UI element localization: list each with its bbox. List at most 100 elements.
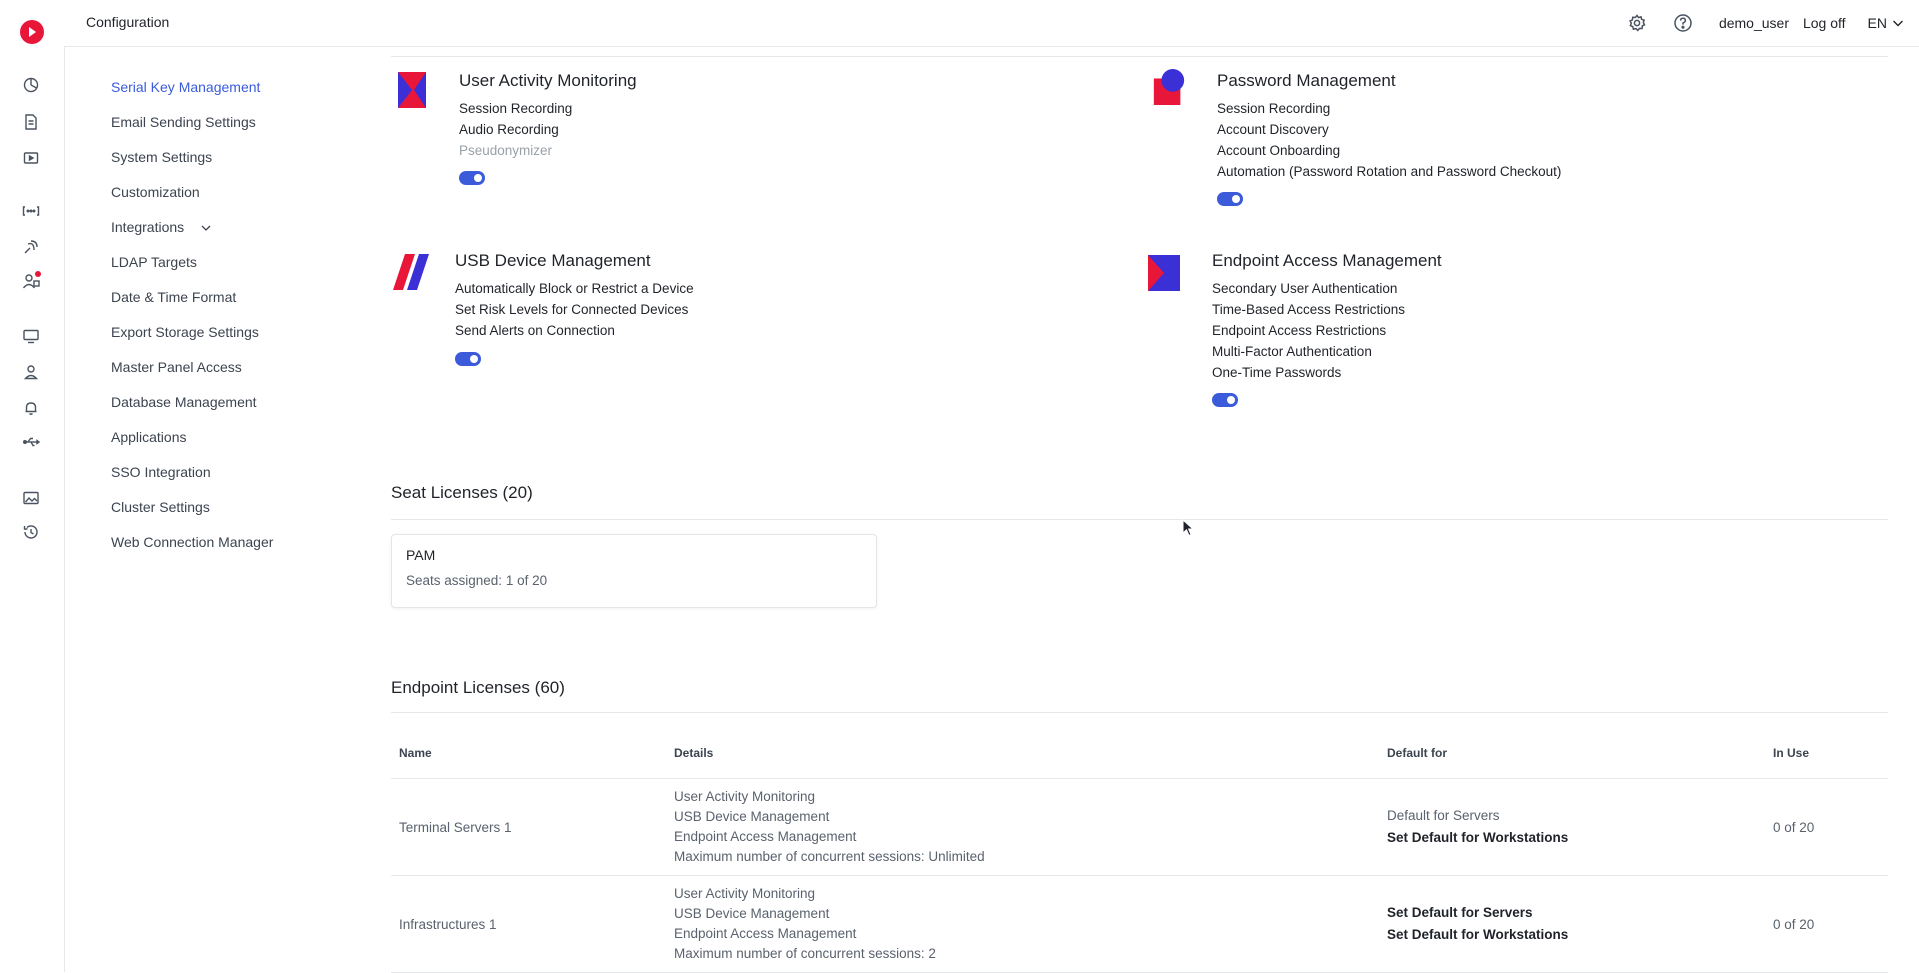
feature-item: Set Risk Levels for Connected Devices <box>455 302 689 317</box>
gear-icon[interactable] <box>1627 13 1647 33</box>
top-bar: Configuration demo_user Log off EN <box>64 0 1919 47</box>
nav-label: Master Panel Access <box>111 359 242 375</box>
eam-product-icon <box>1148 255 1180 291</box>
seat-license-name: PAM <box>406 547 436 563</box>
nav-label: SSO Integration <box>111 464 211 480</box>
license-name: Terminal Servers 1 <box>391 778 666 876</box>
network-icon[interactable] <box>22 202 40 220</box>
table-row[interactable]: Infrastructures 1 User Activity Monitori… <box>391 875 1888 973</box>
uam-product-icon <box>398 72 426 108</box>
main-content: User Activity Monitoring Session Recordi… <box>391 47 1888 973</box>
nav-email-sending-settings[interactable]: Email Sending Settings <box>111 113 371 148</box>
monitor-icon[interactable] <box>22 327 40 345</box>
nav-label: Integrations <box>111 219 185 235</box>
set-default-servers-link[interactable]: Set Default for Servers <box>1387 902 1765 924</box>
page-title: Configuration <box>86 14 170 30</box>
nav-date-time-format[interactable]: Date & Time Format <box>111 288 371 323</box>
nav-label: Applications <box>111 429 187 445</box>
set-default-workstations-link[interactable]: Set Default for Workstations <box>1387 827 1765 849</box>
nav-system-settings[interactable]: System Settings <box>111 148 371 183</box>
feature-password-management: Password Management Session Recording Ac… <box>1153 47 1893 237</box>
license-detail-line: Endpoint Access Management <box>674 926 857 941</box>
column-header-details: Details <box>666 728 1379 779</box>
nav-ldap-targets[interactable]: LDAP Targets <box>111 253 371 288</box>
eam-toggle[interactable] <box>1212 393 1238 407</box>
feature-item: Send Alerts on Connection <box>455 323 615 338</box>
nav-label: Serial Key Management <box>111 79 261 95</box>
play-icon[interactable] <box>22 149 40 167</box>
license-in-use: 0 of 20 <box>1765 875 1888 973</box>
license-detail-line: User Activity Monitoring <box>674 886 816 901</box>
feature-item: Audio Recording <box>459 122 559 137</box>
usb-product-icon <box>393 254 429 290</box>
default-for-servers-label: Default for Servers <box>1387 808 1500 823</box>
feature-item: Automation (Password Rotation and Passwo… <box>1217 164 1562 179</box>
nav-master-panel-access[interactable]: Master Panel Access <box>111 358 371 393</box>
user-icon[interactable] <box>22 363 40 381</box>
license-detail-line: Maximum number of concurrent sessions: U… <box>674 849 985 864</box>
usb-toggle[interactable] <box>455 352 481 366</box>
logoff-link[interactable]: Log off <box>1803 15 1846 31</box>
feature-name: Password Management <box>1217 71 1396 90</box>
satellite-icon[interactable] <box>22 238 40 256</box>
column-header-name[interactable]: Name <box>391 728 666 779</box>
settings-sidebar: Serial Key Management Email Sending Sett… <box>111 78 371 568</box>
usb-icon[interactable] <box>22 433 40 451</box>
nav-database-management[interactable]: Database Management <box>111 393 371 428</box>
language-selector[interactable]: EN <box>1868 15 1905 31</box>
nav-label: Database Management <box>111 394 257 410</box>
nav-customization[interactable]: Customization <box>111 183 371 218</box>
divider <box>391 712 1888 713</box>
nav-web-connection-manager[interactable]: Web Connection Manager <box>111 533 371 568</box>
feature-name: Endpoint Access Management <box>1212 251 1442 270</box>
nav-sso-integration[interactable]: SSO Integration <box>111 463 371 498</box>
feature-item: Endpoint Access Restrictions <box>1212 323 1387 338</box>
seat-license-card[interactable]: PAM Seats assigned: 1 of 20 <box>391 534 877 608</box>
history-icon[interactable] <box>22 523 40 541</box>
nav-label: Cluster Settings <box>111 499 210 515</box>
feature-item: Pseudonymizer <box>459 143 553 158</box>
feature-list: Secondary User Authentication Time-Based… <box>1212 278 1405 383</box>
set-default-workstations-link[interactable]: Set Default for Workstations <box>1387 924 1765 946</box>
column-header-in-use: In Use <box>1765 728 1888 779</box>
feature-list: Session Recording Account Discovery Acco… <box>1217 98 1561 182</box>
help-icon[interactable] <box>1673 13 1693 33</box>
feature-item: One-Time Passwords <box>1212 365 1342 380</box>
license-detail-line: USB Device Management <box>674 906 830 921</box>
bell-icon[interactable] <box>22 399 40 417</box>
endpoint-licenses-title: Endpoint Licenses (60) <box>391 678 565 697</box>
endpoint-licenses-table: Name Details Default for In Use Terminal… <box>391 728 1888 973</box>
license-detail-line: Maximum number of concurrent sessions: 2 <box>674 946 936 961</box>
table-row[interactable]: Terminal Servers 1 User Activity Monitor… <box>391 778 1888 876</box>
image-icon[interactable] <box>22 489 40 507</box>
nav-export-storage-settings[interactable]: Export Storage Settings <box>111 323 371 358</box>
license-detail-line: USB Device Management <box>674 809 830 824</box>
feature-item: Multi-Factor Authentication <box>1212 344 1372 359</box>
nav-label: Customization <box>111 184 200 200</box>
nav-integrations[interactable]: Integrations <box>111 218 371 253</box>
nav-serial-key-management[interactable]: Serial Key Management <box>111 78 371 113</box>
feature-endpoint-access-management: Endpoint Access Management Secondary Use… <box>1148 227 1888 417</box>
nav-applications[interactable]: Applications <box>111 428 371 463</box>
nav-label: Date & Time Format <box>111 289 237 305</box>
nav-label: Web Connection Manager <box>111 534 274 550</box>
license-default-for: Set Default for Servers Set Default for … <box>1379 875 1765 973</box>
nav-label: Export Storage Settings <box>111 324 259 340</box>
license-details: User Activity Monitoring USB Device Mana… <box>666 778 1379 876</box>
feature-list: Automatically Block or Restrict a Device… <box>455 278 694 341</box>
feature-usb-device-management: USB Device Management Automatically Bloc… <box>393 227 1093 397</box>
dashboard-icon[interactable] <box>22 76 40 94</box>
feature-name: USB Device Management <box>455 251 651 270</box>
document-icon[interactable] <box>22 113 40 131</box>
feature-name: User Activity Monitoring <box>459 71 637 90</box>
mouse-cursor-icon <box>1182 519 1194 537</box>
app-logo-icon[interactable] <box>20 20 44 44</box>
nav-label: System Settings <box>111 149 213 165</box>
nav-cluster-settings[interactable]: Cluster Settings <box>111 498 371 533</box>
icon-rail <box>0 0 65 972</box>
feature-item: Automatically Block or Restrict a Device <box>455 281 694 296</box>
pam-toggle[interactable] <box>1217 192 1243 206</box>
license-details: User Activity Monitoring USB Device Mana… <box>666 875 1379 973</box>
uam-toggle[interactable] <box>459 171 485 185</box>
feature-item: Session Recording <box>1217 101 1331 116</box>
